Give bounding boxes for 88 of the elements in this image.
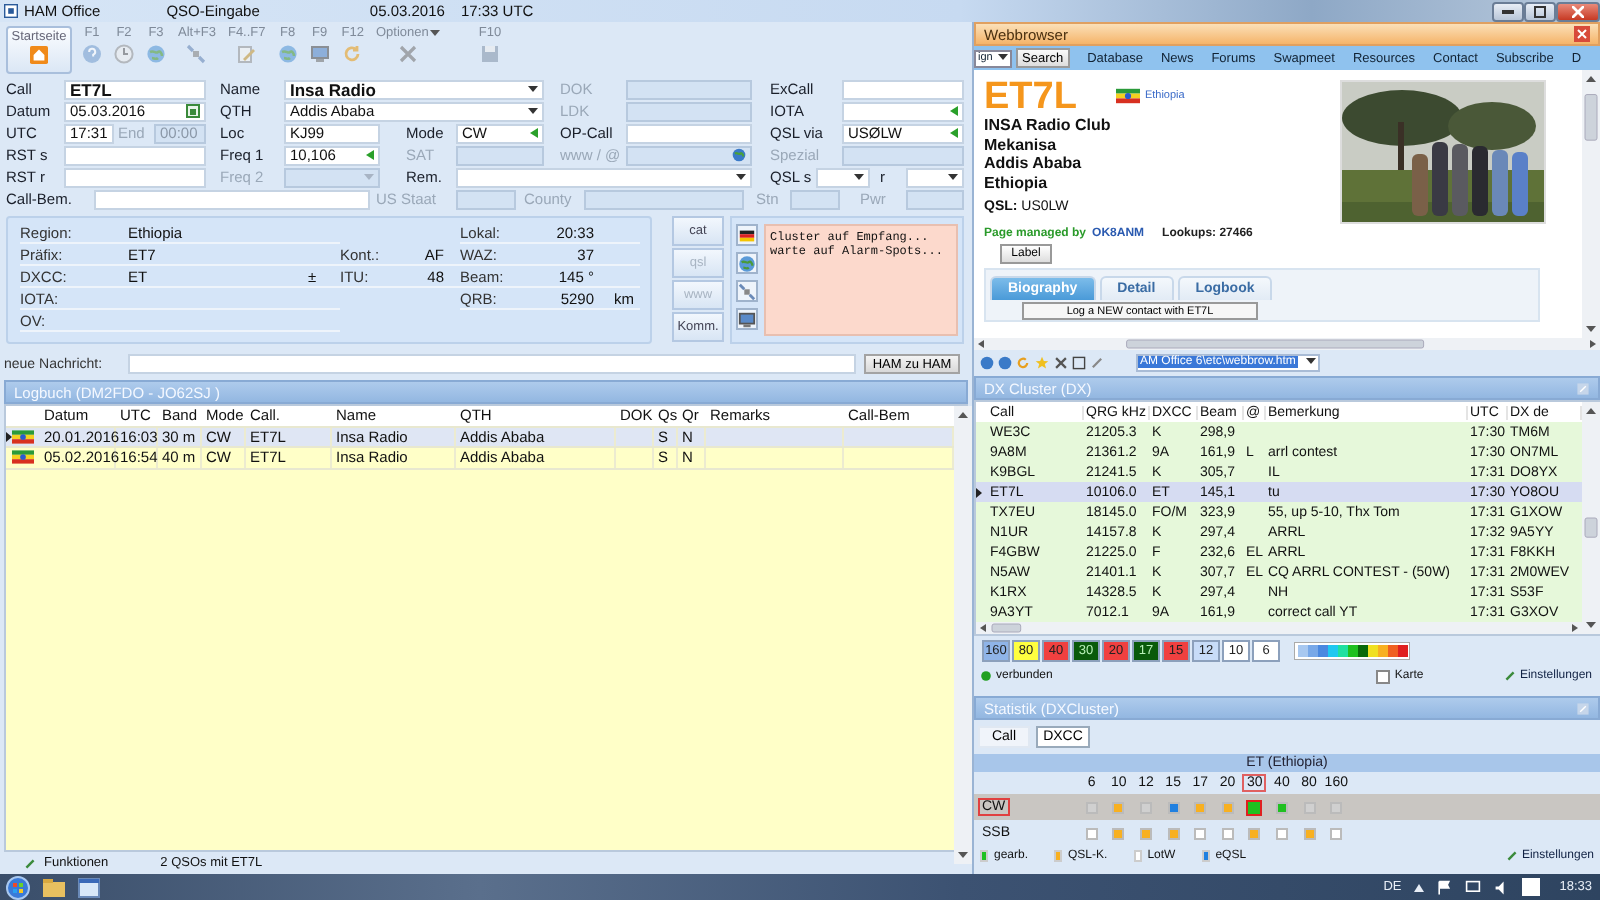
help-icon [82, 44, 102, 64]
star-icon[interactable] [1034, 355, 1050, 369]
pencil-icon [236, 44, 257, 64]
scrollbar[interactable] [976, 622, 1582, 634]
input-field[interactable] [64, 167, 206, 187]
scrollbar[interactable] [1582, 402, 1600, 634]
dropdown-field[interactable]: Insa Radio [284, 79, 544, 99]
address-line: Mekanisa [984, 135, 1059, 155]
scrollbar[interactable] [1582, 70, 1600, 338]
flag-icon [12, 429, 34, 444]
speaker-icon[interactable] [1493, 879, 1510, 895]
monitor-icon [309, 44, 330, 64]
input-field[interactable] [64, 145, 206, 165]
back-icon[interactable] [980, 355, 994, 369]
dropdown-field[interactable] [906, 167, 964, 187]
pin-icon[interactable] [1576, 381, 1590, 395]
message-field[interactable] [128, 354, 856, 374]
caret-icon [854, 173, 864, 181]
caret-icon [998, 54, 1008, 62]
wrench-icon [1503, 670, 1516, 682]
calendar-icon [186, 104, 200, 118]
color-scale-drawing [1294, 642, 1410, 660]
maximize-button[interactable] [1524, 1, 1556, 21]
globe-icon [738, 253, 756, 273]
caret-icon [948, 173, 958, 181]
window-icon[interactable] [1072, 355, 1086, 369]
flag-icon [1116, 88, 1141, 104]
refresh-icon[interactable] [1016, 355, 1030, 369]
tools-icon[interactable] [1054, 355, 1068, 369]
refresh-icon [342, 44, 363, 64]
scrollbar[interactable] [954, 406, 972, 864]
wrench-icon [24, 857, 36, 869]
input-field[interactable] [842, 101, 964, 121]
minimize-icon [1502, 8, 1514, 14]
satellite-icon [186, 44, 207, 64]
globe-icon [146, 44, 166, 64]
network-icon[interactable] [1463, 879, 1482, 895]
close-button[interactable] [1556, 1, 1600, 21]
caret-icon [430, 29, 441, 37]
address-line: Ethiopia [984, 173, 1050, 193]
input-field[interactable]: ET7L [64, 79, 206, 99]
input-field[interactable] [626, 123, 752, 143]
arrow-icon [366, 150, 374, 160]
caret-up-icon[interactable] [1413, 883, 1424, 891]
input-field[interactable] [842, 79, 964, 99]
input-field[interactable] [94, 189, 370, 209]
tool-button[interactable] [736, 308, 758, 330]
row-pointer-icon [6, 431, 12, 442]
maximize-icon [1534, 5, 1546, 17]
dropdown-field[interactable] [816, 167, 870, 187]
tool-button[interactable] [736, 224, 758, 246]
monitor-icon [738, 309, 756, 329]
caret-icon [528, 85, 538, 93]
globe-icon [732, 148, 746, 162]
close-icon[interactable] [1574, 26, 1590, 42]
tools-icon [398, 44, 419, 64]
start-icon[interactable] [6, 875, 30, 899]
caret-icon [1305, 358, 1316, 366]
clock-icon [114, 44, 134, 64]
wrench-icon [1505, 850, 1518, 862]
home-icon [30, 46, 48, 64]
close-icon [1572, 5, 1584, 17]
minimize-button[interactable] [1492, 1, 1524, 21]
flag-icon [12, 450, 34, 465]
forward-icon[interactable] [998, 355, 1012, 369]
address-line: Addis Ababa [984, 154, 1084, 174]
arrow-icon [950, 128, 958, 138]
square-icon[interactable] [1521, 878, 1540, 896]
pin-icon[interactable] [1576, 701, 1590, 715]
address-line: INSA Radio Club [984, 116, 1113, 136]
app-icon [4, 4, 18, 18]
caret-icon [736, 173, 746, 181]
scrollbar[interactable] [974, 338, 1600, 350]
dropdown-field[interactable] [456, 167, 752, 187]
flag-icon [738, 225, 756, 245]
window-icon[interactable] [78, 877, 100, 897]
satellite-icon [738, 281, 756, 301]
arrow-icon [950, 106, 958, 116]
status-dot-icon [980, 670, 992, 682]
row-pointer-icon [976, 487, 982, 497]
flag-icon[interactable] [1435, 879, 1452, 895]
callsign-heading: ET7L [984, 78, 1077, 116]
folder-icon[interactable] [42, 877, 66, 897]
arrow-icon [530, 128, 538, 138]
checkbox[interactable] [1376, 669, 1391, 683]
globe-icon [277, 44, 298, 64]
caret-icon [528, 107, 538, 115]
floppy-icon [479, 44, 500, 64]
